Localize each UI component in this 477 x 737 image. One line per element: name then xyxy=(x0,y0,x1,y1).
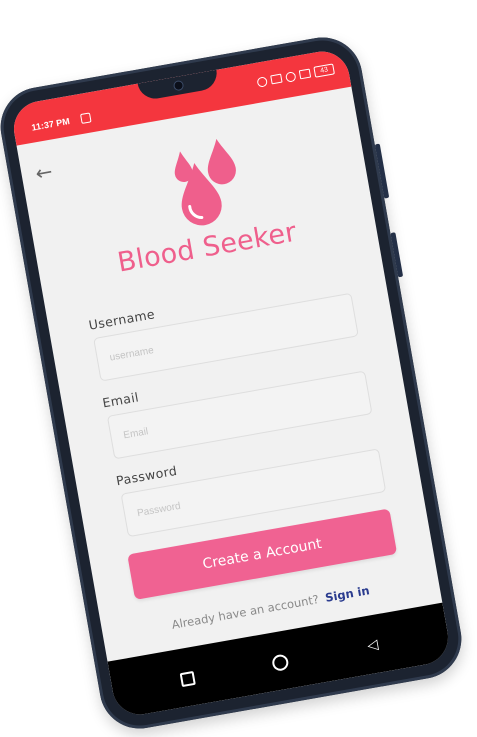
arrow-left-icon[interactable]: ← xyxy=(34,159,59,186)
home-icon[interactable] xyxy=(266,648,294,676)
power-button xyxy=(390,232,404,278)
stage: 11:37 PM 43 ← Blood Seeker Username user… xyxy=(0,0,477,737)
headphones-icon xyxy=(256,75,268,88)
status-bar: 11:37 PM 43 xyxy=(9,47,352,146)
vibrate-icon xyxy=(270,73,283,85)
signin-prompt: Already have an account? xyxy=(170,592,320,632)
recent-apps-icon[interactable] xyxy=(174,664,202,692)
camera-notch xyxy=(137,69,220,102)
status-icons: 43 xyxy=(256,63,335,88)
signup-form: Username Email Password xyxy=(86,272,391,552)
phone-screen: 11:37 PM 43 ← Blood Seeker Username user… xyxy=(9,47,453,719)
wifi-icon xyxy=(284,70,297,83)
back-triangle-icon[interactable]: ◁ xyxy=(359,631,387,659)
status-time: 11:37 PM xyxy=(30,116,71,133)
front-camera-icon xyxy=(173,80,184,91)
volume-button xyxy=(374,143,390,199)
phone-device: 11:37 PM 43 ← Blood Seeker Username user… xyxy=(0,31,468,735)
battery-icon: 43 xyxy=(313,63,335,78)
signin-link[interactable]: Sign in xyxy=(324,583,371,605)
instagram-notification-icon xyxy=(80,112,92,124)
signal-icon xyxy=(298,68,312,80)
